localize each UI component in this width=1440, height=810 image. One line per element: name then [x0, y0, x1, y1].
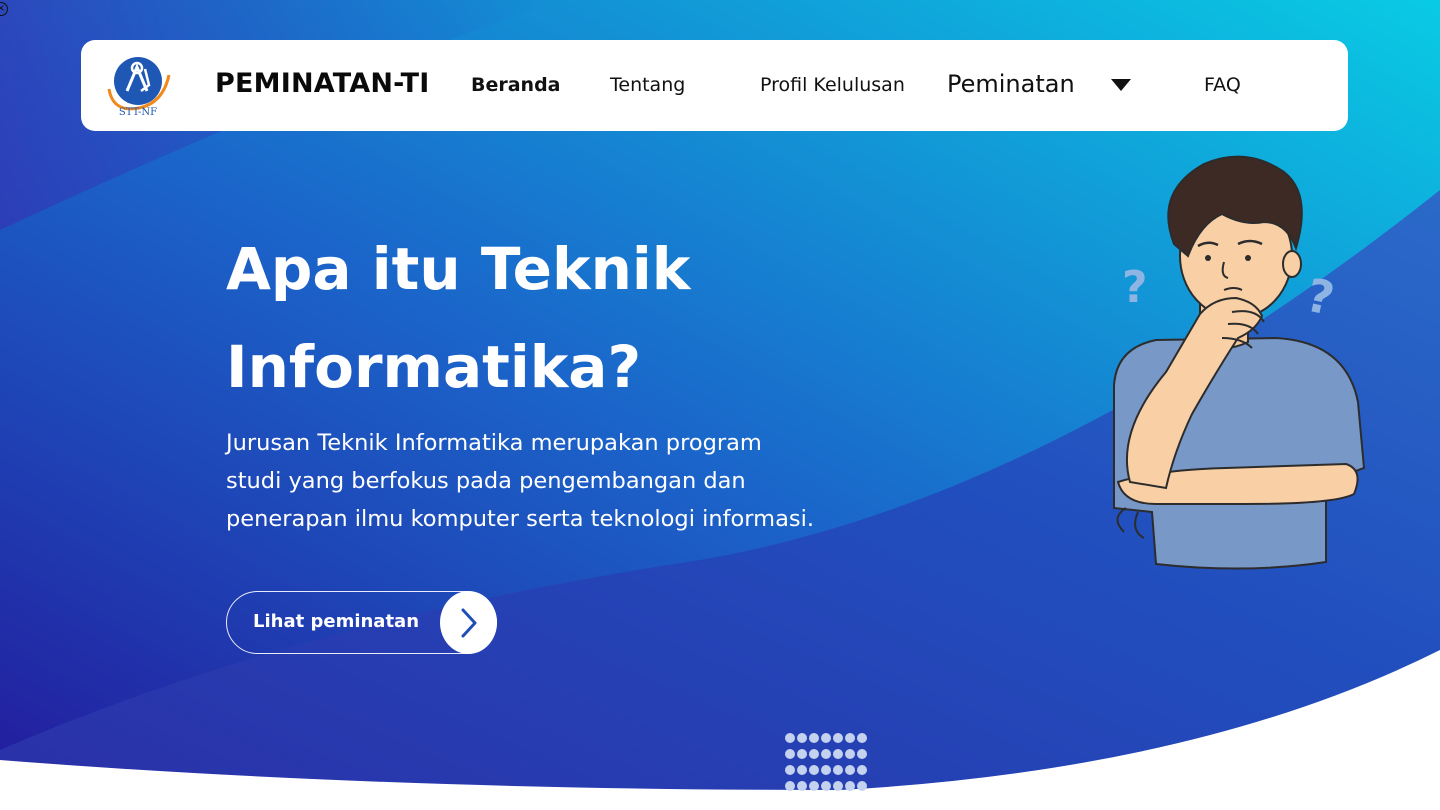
hero-description-line-2: studi yang berfokus pada pengembangan da…	[226, 468, 746, 494]
dot	[821, 765, 831, 775]
dot	[797, 733, 807, 743]
dot	[845, 749, 855, 759]
dot	[797, 781, 807, 791]
dot	[797, 749, 807, 759]
question-mark-icon: ?	[1302, 268, 1339, 326]
dot	[857, 749, 867, 759]
dot	[833, 733, 843, 743]
stt-nf-logo[interactable]: STT-NF	[103, 51, 173, 117]
dot	[785, 733, 795, 743]
cta-arrow-circle[interactable]	[440, 591, 497, 654]
hero-title: Apa itu Teknik Informatika?	[226, 220, 866, 416]
hero-description: Jurusan Teknik Informatika merupakan pro…	[226, 424, 906, 538]
dot	[845, 733, 855, 743]
svg-text:?: ?	[1302, 268, 1339, 326]
nav-item-faq[interactable]: FAQ	[1204, 74, 1241, 96]
hero-title-line-1: Apa itu Teknik	[226, 235, 691, 303]
svg-text:?: ?	[1122, 262, 1148, 313]
navbar: STT-NF PEMINATAN-TI Beranda Tentang Prof…	[81, 40, 1348, 131]
dot	[857, 765, 867, 775]
dot	[809, 749, 819, 759]
thinking-person-illustration: ? ?	[1113, 155, 1366, 570]
hero-description-line-3: penerapan ilmu komputer serta teknologi …	[226, 506, 814, 532]
cta-label: Lihat peminatan	[253, 611, 420, 632]
hero-title-line-2: Informatika?	[226, 333, 642, 401]
dot	[821, 749, 831, 759]
dot	[857, 733, 867, 743]
dot	[845, 781, 855, 791]
caret-down-icon[interactable]	[1110, 78, 1132, 92]
logo-text: STT-NF	[119, 107, 157, 117]
dot	[785, 749, 795, 759]
brand-title[interactable]: PEMINATAN-TI	[215, 68, 429, 99]
decorative-dot-grid	[785, 733, 867, 791]
lihat-peminatan-button[interactable]: Lihat peminatan	[226, 591, 497, 654]
dot	[833, 749, 843, 759]
nav-item-profil-kelulusan[interactable]: Profil Kelulusan	[760, 74, 905, 96]
hero-description-line-1: Jurusan Teknik Informatika merupakan pro…	[226, 430, 762, 456]
dot	[833, 765, 843, 775]
dot	[857, 781, 867, 791]
dot	[833, 781, 843, 791]
nav-item-peminatan[interactable]: Peminatan	[947, 70, 1075, 98]
dot	[845, 765, 855, 775]
dot	[809, 733, 819, 743]
dot	[785, 765, 795, 775]
nav-item-beranda[interactable]: Beranda	[471, 74, 561, 96]
dot	[785, 781, 795, 791]
dot	[809, 781, 819, 791]
chevron-right-icon	[461, 608, 477, 638]
dot	[821, 781, 831, 791]
dot	[821, 733, 831, 743]
nav-item-tentang[interactable]: Tentang	[610, 74, 685, 96]
question-mark-icon: ?	[1122, 262, 1148, 313]
dot	[797, 765, 807, 775]
dot	[809, 765, 819, 775]
